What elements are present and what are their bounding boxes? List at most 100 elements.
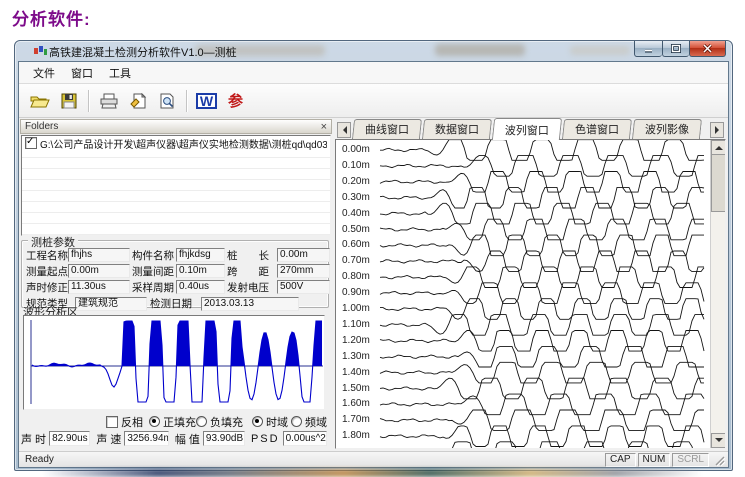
print-button[interactable]	[94, 87, 123, 115]
depth-label: 1.50m	[342, 383, 376, 394]
wave-trace	[380, 172, 704, 193]
scroll-down-icon[interactable]	[711, 433, 726, 448]
wave-trace	[380, 394, 704, 415]
tab-wavetrain-image[interactable]: 波列影像	[632, 119, 702, 139]
readout-label-amplitude: 幅 值	[175, 431, 200, 447]
checkbox-icon[interactable]	[106, 416, 118, 428]
report-page-icon	[129, 93, 147, 109]
status-indicator-num: NUM	[638, 453, 671, 467]
param-field-standard-type[interactable]: 建筑规范	[75, 297, 147, 311]
tab-scroll-left-icon[interactable]	[337, 122, 351, 138]
word-export-button[interactable]: W	[192, 87, 221, 115]
param-label-test-date: 检测日期	[150, 296, 198, 311]
param-field-voltage[interactable]: 500V	[277, 280, 330, 294]
invert-checkbox[interactable]: 反相	[106, 414, 143, 430]
tab-label: 波列影像	[645, 121, 689, 137]
radio-time-domain[interactable]: 时域	[252, 414, 288, 430]
depth-label: 0.40m	[342, 208, 376, 219]
depth-label: 0.80m	[342, 271, 376, 282]
depth-label: 0.20m	[342, 176, 376, 187]
param-label-voltage: 发射电压	[227, 280, 275, 295]
tab-data-window[interactable]: 数据窗口	[422, 119, 492, 139]
tab-spectrum-window[interactable]: 色谱窗口	[562, 119, 632, 139]
open-button[interactable]	[25, 87, 54, 115]
radio-label: 频域	[305, 414, 327, 430]
param-field-time-correction[interactable]: 11.30us	[68, 280, 130, 294]
radio-positive-fill[interactable]: 正填充	[149, 414, 196, 430]
wave-trace	[380, 235, 704, 256]
radio-label: 时域	[266, 414, 288, 430]
depth-label: 1.40m	[342, 367, 376, 378]
param-field-span[interactable]: 270mm	[277, 264, 330, 278]
maximize-button[interactable]	[662, 41, 689, 57]
page-title: 分析软件:	[12, 5, 91, 30]
word-icon: W	[196, 93, 217, 109]
tab-scroll-right-icon[interactable]	[710, 122, 724, 138]
folder-item-label[interactable]: G:\公司产品设计开发\超声仪器\超声仪实地检测数据\测桩qd\qd03\qd0…	[40, 136, 327, 151]
radio-icon[interactable]	[149, 416, 160, 427]
readout-field-sound-time[interactable]: 82.90us	[49, 431, 90, 446]
readout-field-amplitude[interactable]: 93.90dB	[203, 431, 245, 446]
depth-label: 1.10m	[342, 319, 376, 330]
depth-label: 0.90m	[342, 287, 376, 298]
folder-item[interactable]: G:\公司产品设计开发\超声仪器\超声仪实地检测数据\测桩qd\qd03\qd0…	[22, 136, 330, 150]
menu-item-1[interactable]: 窗口	[63, 62, 101, 84]
param-field-sample-period[interactable]: 0.40us	[176, 280, 225, 294]
radio-frequency-domain[interactable]: 频域	[291, 414, 327, 430]
radio-label: 正填充	[163, 414, 196, 430]
folder-checkbox-icon[interactable]	[25, 137, 37, 149]
wave-trace	[380, 140, 704, 160]
param-label-sample-period: 采样周期	[132, 280, 174, 295]
parameters-button[interactable]: 参	[221, 87, 250, 115]
tab-wavetrain-window[interactable]: 波列窗口	[492, 118, 562, 140]
scroll-up-icon[interactable]	[711, 140, 726, 155]
folders-pane-header: Folders ×	[20, 119, 332, 134]
param-field-project-name[interactable]: fhjhs	[68, 248, 130, 262]
analysis-waveform	[24, 316, 324, 407]
param-label-project-name: 工程名称	[26, 248, 66, 263]
param-label-start-point: 测量起点	[26, 264, 66, 279]
wave-trace	[380, 442, 704, 448]
wave-trace	[380, 346, 704, 367]
readout-field-sound-velocity[interactable]: 3256.94m/s	[124, 431, 168, 446]
title-bar[interactable]: 高铁建混凝土检测分析软件V1.0—测桩	[15, 41, 732, 61]
radio-negative-fill[interactable]: 负填充	[196, 414, 243, 430]
toolbar: W 参	[19, 84, 728, 118]
depth-label: 1.30m	[342, 351, 376, 362]
depth-label: 1.80m	[342, 430, 376, 441]
wave-trace	[380, 426, 704, 447]
menu-item-0[interactable]: 文件	[25, 62, 63, 84]
resize-grip[interactable]	[712, 453, 725, 466]
vertical-scrollbar[interactable]	[710, 140, 725, 448]
pane-close-icon[interactable]: ×	[321, 122, 327, 132]
param-label-component-name: 构件名称	[132, 248, 174, 263]
radio-label: 负填充	[210, 414, 243, 430]
status-bar: Ready CAPNUMSCRL	[19, 451, 728, 467]
parameters-grid: 工程名称fhjhs构件名称fhjkdsg桩 长0.00m测量起点0.00m测量间…	[26, 248, 330, 294]
wave-trace	[380, 410, 704, 431]
param-field-test-date[interactable]: 2013.03.13	[201, 297, 299, 311]
radio-icon[interactable]	[291, 416, 302, 427]
report-button[interactable]	[123, 87, 152, 115]
tab-curve-window[interactable]: 曲线窗口	[352, 119, 422, 139]
param-field-interval[interactable]: 0.10m	[176, 264, 225, 278]
parameters-icon: 参	[228, 90, 243, 111]
readout-field-psd[interactable]: 0.00us^2/m	[283, 431, 327, 446]
radio-icon[interactable]	[252, 416, 263, 427]
tab-strip: 曲线窗口数据窗口波列窗口色谱窗口波列影像	[335, 119, 726, 140]
param-field-start-point[interactable]: 0.00m	[68, 264, 130, 278]
menu-item-2[interactable]: 工具	[101, 62, 139, 84]
folders-tree[interactable]: G:\公司产品设计开发\超声仪器\超声仪实地检测数据\测桩qd\qd03\qd0…	[21, 135, 331, 236]
close-button[interactable]	[689, 41, 726, 57]
wave-trace	[380, 203, 704, 224]
depth-label: 0.30m	[342, 192, 376, 203]
param-field-component-name[interactable]: fhjkdsg	[176, 248, 225, 262]
radio-icon[interactable]	[196, 416, 207, 427]
param-field-pile-length[interactable]: 0.00m	[277, 248, 330, 262]
save-button[interactable]	[54, 87, 83, 115]
print-preview-button[interactable]	[152, 87, 181, 115]
scrollbar-thumb[interactable]	[711, 154, 726, 212]
tab-label: 曲线窗口	[365, 121, 409, 137]
minimize-button[interactable]	[634, 41, 662, 57]
wave-train-view: 0.00m0.10m0.20m0.30m0.40m0.50m0.60m0.70m…	[335, 139, 726, 449]
